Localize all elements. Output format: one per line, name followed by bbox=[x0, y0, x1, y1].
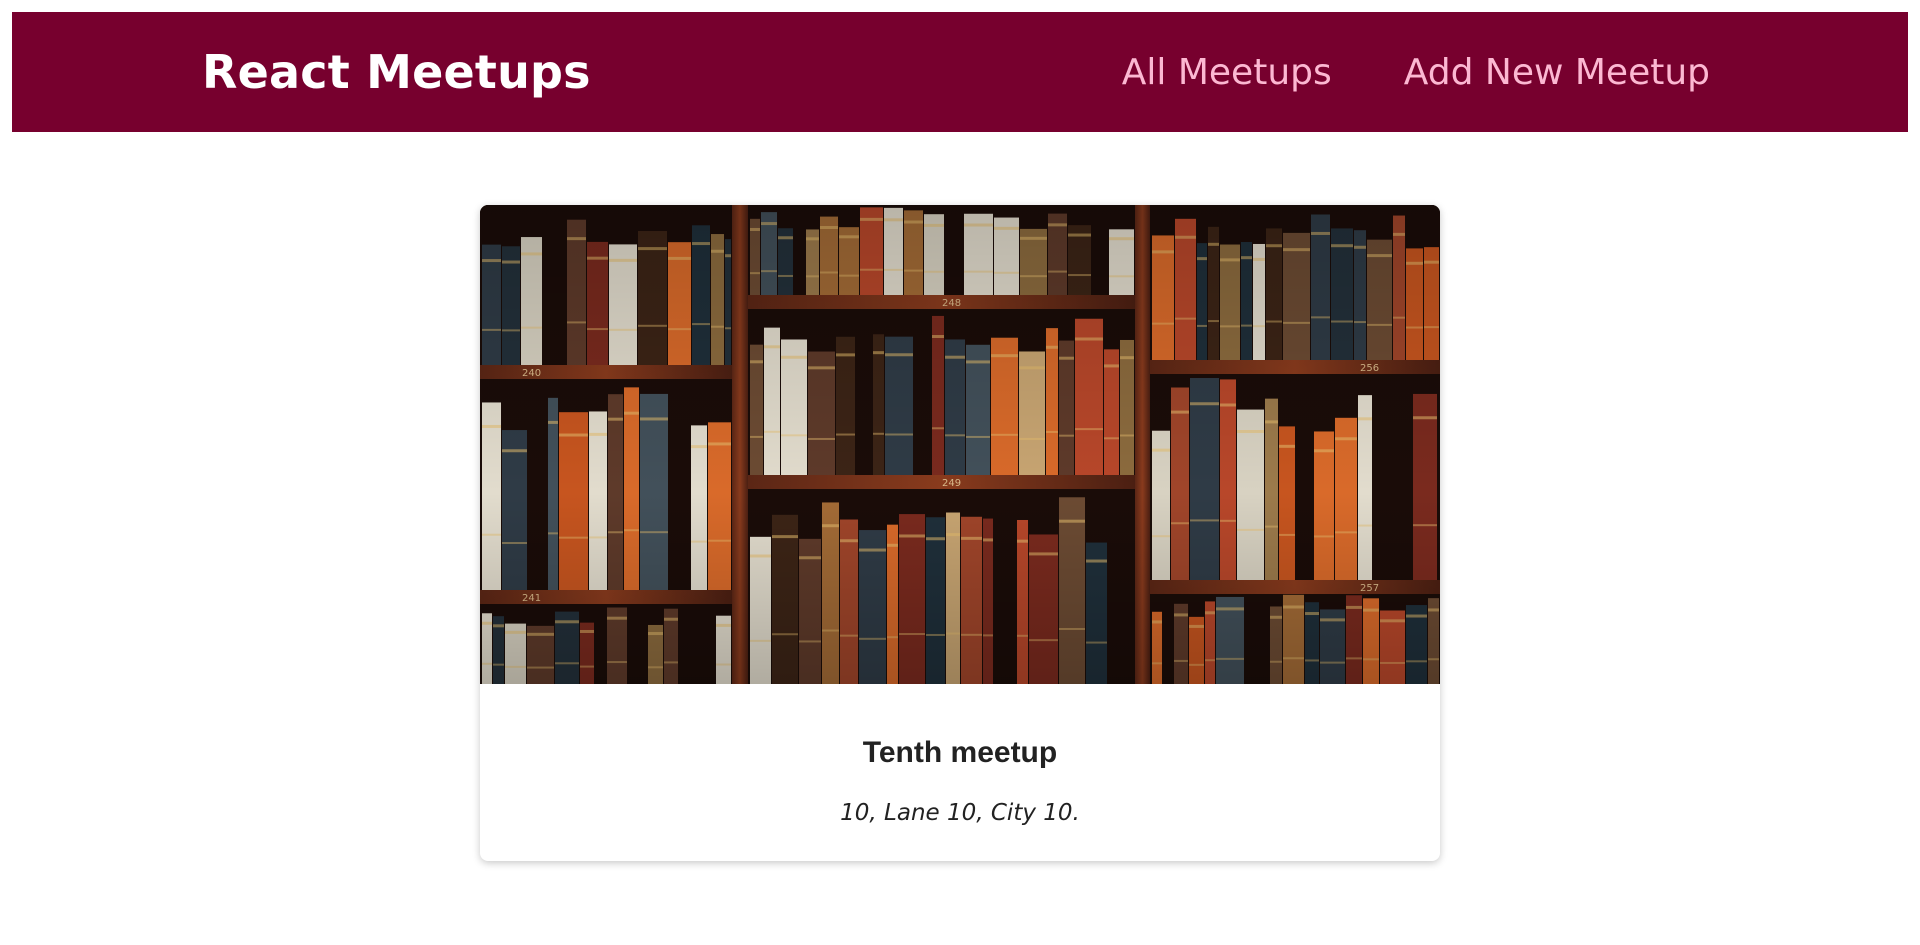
meetup-image: 240248256249241257 bbox=[480, 205, 1440, 684]
card-content: Tenth meetup 10, Lane 10, City 10. bbox=[480, 684, 1440, 826]
meetup-card[interactable]: 240248256249241257 Tenth meetup 10, Lane… bbox=[480, 205, 1440, 861]
meetup-title: Tenth meetup bbox=[862, 736, 1058, 769]
meetup-address: 10, Lane 10, City 10. bbox=[840, 800, 1080, 826]
main-header: React Meetups All Meetups Add New Meetup bbox=[12, 12, 1908, 132]
nav-link-all-meetups[interactable]: All Meetups bbox=[1122, 52, 1332, 93]
app-logo: React Meetups bbox=[202, 45, 591, 99]
main-nav: All Meetups Add New Meetup bbox=[1122, 52, 1710, 93]
nav-link-add-new-meetup[interactable]: Add New Meetup bbox=[1404, 52, 1710, 93]
